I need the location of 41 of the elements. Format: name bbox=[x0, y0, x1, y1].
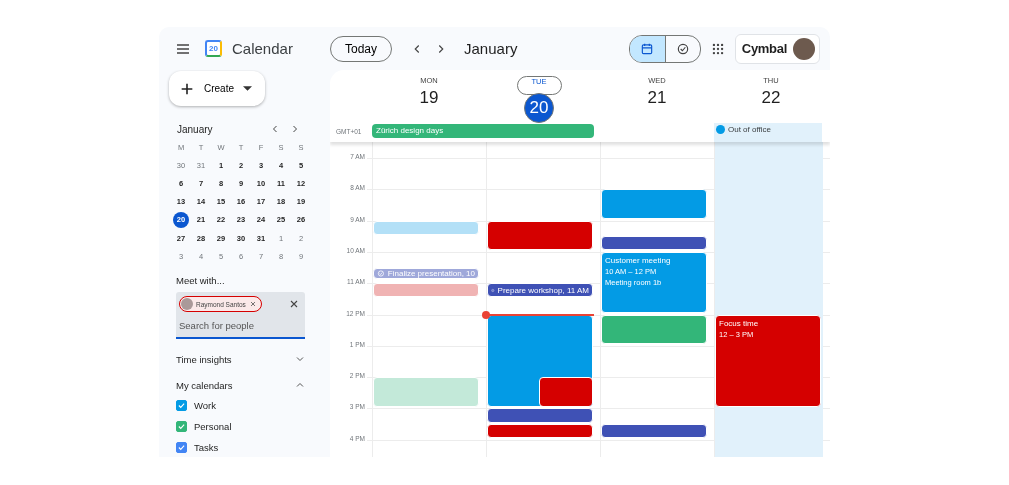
task-icon bbox=[377, 268, 385, 278]
event-block[interactable] bbox=[487, 408, 593, 423]
day-number[interactable]: 21 bbox=[642, 83, 672, 113]
calendar-name: Personal bbox=[194, 421, 232, 433]
event-block[interactable] bbox=[487, 424, 593, 439]
avatar bbox=[181, 298, 193, 311]
calendar-logo: 20 bbox=[205, 40, 222, 57]
event-block[interactable] bbox=[601, 424, 707, 439]
checkbox[interactable] bbox=[176, 421, 187, 433]
section-title[interactable]: Time insights bbox=[176, 353, 232, 365]
calendar-icon bbox=[640, 41, 655, 56]
event-block[interactable] bbox=[487, 314, 593, 407]
calendar-view-button[interactable] bbox=[629, 35, 665, 62]
checkbox[interactable] bbox=[176, 400, 187, 412]
calendar-name: Tasks bbox=[194, 442, 219, 454]
account-button[interactable]: Cymbal bbox=[734, 33, 820, 64]
section-title: Meet with... bbox=[176, 275, 226, 287]
day-number[interactable]: 22 bbox=[756, 83, 786, 113]
checkbox[interactable] bbox=[176, 442, 187, 454]
create-button[interactable]: Create bbox=[169, 71, 265, 106]
event-block[interactable] bbox=[601, 236, 707, 251]
task-chip[interactable]: Prepare workshop, 11 AM bbox=[487, 283, 593, 298]
day-number[interactable]: 19 bbox=[414, 83, 444, 113]
avatar bbox=[793, 37, 815, 60]
section-title[interactable]: My calendars bbox=[176, 379, 233, 391]
calendar-name: Work bbox=[194, 400, 216, 412]
check-circle-icon bbox=[675, 41, 690, 56]
apps-grid-icon[interactable] bbox=[710, 41, 725, 56]
mini-month-title: January bbox=[177, 123, 214, 135]
event-block[interactable] bbox=[487, 220, 593, 251]
event-title: Focus time bbox=[719, 317, 760, 329]
remove-icon[interactable] bbox=[248, 300, 257, 309]
event-title: Customer meeting bbox=[605, 254, 672, 266]
day-number[interactable]: 20 bbox=[524, 93, 554, 123]
month-title: January bbox=[464, 40, 518, 57]
account-brand: Cymbal bbox=[741, 41, 787, 56]
event-block[interactable] bbox=[601, 189, 707, 220]
app-title: Calendar bbox=[232, 40, 293, 57]
out-of-office-label[interactable]: Out of office bbox=[728, 125, 771, 134]
caret-icon bbox=[243, 86, 252, 91]
event-block[interactable] bbox=[539, 377, 592, 406]
